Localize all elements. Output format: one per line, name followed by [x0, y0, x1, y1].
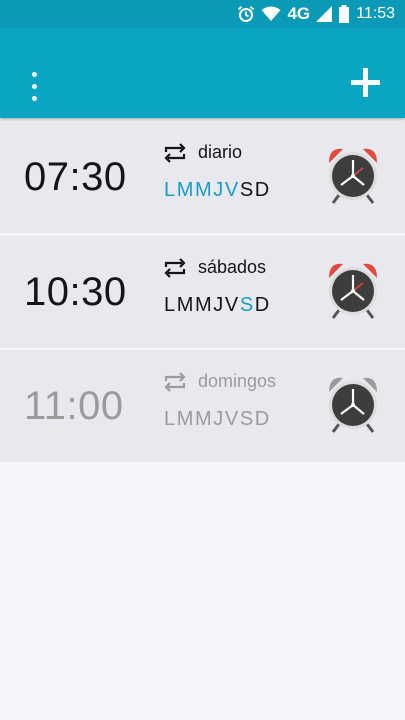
day-monday: L	[164, 294, 177, 316]
alarm-status-icon	[237, 5, 255, 23]
wifi-icon	[261, 6, 281, 22]
add-alarm-button[interactable]	[346, 60, 386, 104]
day-thursday: J	[213, 179, 225, 201]
repeat-label: domingos	[198, 371, 277, 391]
app-toolbar	[0, 28, 405, 118]
repeat-label: diario	[198, 142, 243, 162]
day-friday: V	[224, 294, 240, 316]
day-tuesday: M	[176, 294, 195, 316]
more-vert-icon-dot	[31, 83, 37, 89]
status-bar: 4G 11:53	[0, 0, 405, 28]
alarm-row[interactable]: 07:30 diario L M M J V S D	[0, 121, 405, 233]
day-thursday: J	[213, 294, 225, 316]
day-wednesday: M	[195, 179, 214, 201]
day-tuesday: M	[176, 179, 195, 201]
day-saturday: S	[239, 408, 255, 430]
network-type-label: 4G	[287, 4, 311, 23]
repeat-label: sábados	[198, 257, 267, 277]
battery-icon	[338, 5, 350, 23]
day-wednesday: M	[195, 408, 214, 430]
day-saturday: S	[239, 179, 255, 201]
weekday-selector: L M M J V S D	[164, 294, 271, 317]
day-sunday: D	[254, 294, 271, 316]
day-sunday: D	[254, 408, 271, 430]
alarm-time: 07:30	[24, 155, 127, 199]
plus-icon	[351, 68, 380, 97]
status-time: 11:53	[356, 5, 395, 22]
more-vert-icon	[31, 71, 37, 77]
day-friday: V	[224, 179, 240, 201]
weekday-selector: L M M J V S D	[164, 408, 271, 431]
repeat-icon	[164, 372, 186, 392]
weekday-selector: L M M J V S D	[164, 179, 271, 202]
repeat-icon	[164, 258, 186, 278]
alarm-row[interactable]: 10:30 sábados L M M J V S D	[0, 236, 405, 348]
alarm-row[interactable]: 11:00 domingos L M M J V S D	[0, 350, 405, 462]
more-vert-icon-dot	[31, 95, 37, 101]
day-wednesday: M	[195, 294, 214, 316]
day-tuesday: M	[176, 408, 195, 430]
alarm-time: 11:00	[24, 384, 124, 428]
alarm-clock-icon[interactable]	[323, 143, 383, 205]
alarm-time: 10:30	[24, 270, 127, 314]
alarm-clock-icon[interactable]	[323, 372, 383, 434]
day-sunday: D	[254, 179, 271, 201]
repeat-icon	[164, 143, 186, 163]
day-friday: V	[224, 408, 240, 430]
day-saturday: S	[239, 294, 255, 316]
day-thursday: J	[213, 408, 225, 430]
signal-icon	[316, 6, 333, 22]
day-monday: L	[164, 179, 177, 201]
alarm-clock-icon[interactable]	[323, 258, 383, 320]
day-monday: L	[164, 408, 177, 430]
more-options-button[interactable]	[14, 64, 54, 108]
